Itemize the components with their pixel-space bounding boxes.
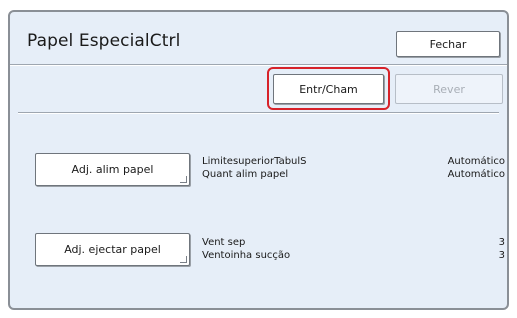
- setting-label: Ventoinha sucção: [202, 250, 291, 261]
- corner-mark-icon: [180, 256, 187, 263]
- setting-value: Automático: [447, 169, 505, 180]
- adjust-paper-eject-button[interactable]: Adj. ejectar papel: [35, 233, 190, 266]
- setting-label: Quant alim papel: [202, 169, 289, 180]
- dialog-title: Papel EspecialCtrl: [27, 31, 181, 51]
- setting-value: 3: [498, 237, 505, 248]
- corner-mark-icon: [180, 176, 187, 183]
- close-button[interactable]: Fechar: [396, 31, 500, 57]
- header-divider: [10, 64, 507, 66]
- close-button-label: Fechar: [429, 37, 467, 51]
- setting-label: Vent sep: [202, 237, 246, 248]
- review-button-label: Rever: [433, 82, 465, 96]
- setting-value: Automático: [447, 156, 505, 167]
- toolbar-divider: [18, 112, 499, 114]
- adjust-paper-eject-label: Adj. ejectar papel: [64, 243, 161, 256]
- adjust-paper-feed-label: Adj. alim papel: [71, 163, 154, 176]
- entry-button[interactable]: Entr/Cham: [273, 74, 384, 104]
- special-paper-control-dialog: Papel EspecialCtrl Fechar Entr/Cham Reve…: [8, 10, 509, 310]
- adjust-paper-feed-button[interactable]: Adj. alim papel: [35, 153, 190, 186]
- setting-value: 3: [498, 250, 505, 261]
- review-button[interactable]: Rever: [395, 74, 503, 104]
- setting-label: LimitesuperiorTabulS: [202, 156, 307, 167]
- entry-button-label: Entr/Cham: [299, 82, 358, 96]
